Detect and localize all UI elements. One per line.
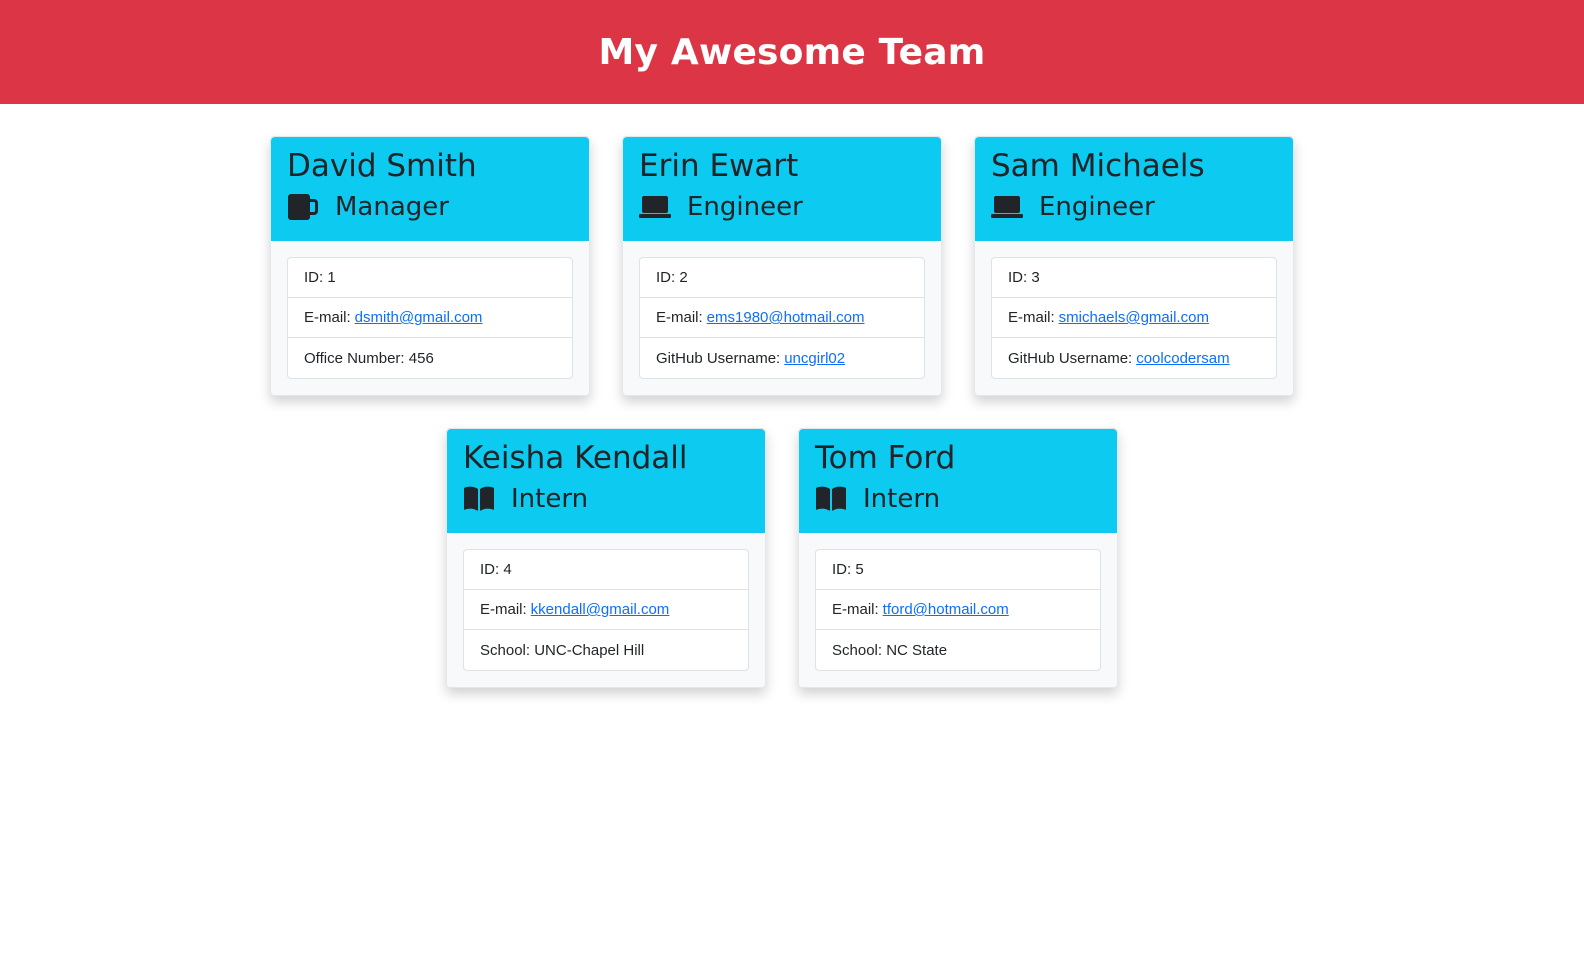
card-body: ID: 5 E-mail: tford@hotmail.com School: … xyxy=(799,533,1117,671)
employee-name: Keisha Kendall xyxy=(463,440,688,476)
employee-name: Tom Ford xyxy=(815,440,956,476)
role-label: Intern xyxy=(863,484,941,514)
card-body: ID: 3 E-mail: smichaels@gmail.com GitHub… xyxy=(975,241,1293,379)
details-list: ID: 4 E-mail: kkendall@gmail.com School:… xyxy=(463,549,749,671)
email-label: E-mail: xyxy=(480,601,527,618)
employee-name: Erin Ewart xyxy=(639,148,799,184)
id-item: ID: 5 xyxy=(816,550,1100,590)
card-header: Sam Michaels Engineer xyxy=(975,137,1293,241)
card-header: Erin Ewart Engineer xyxy=(623,137,941,241)
mug-icon xyxy=(287,193,321,221)
employee-role: Manager xyxy=(287,187,573,227)
employee-card-engineer: Erin Ewart Engineer ID: 2 E-mail: ems198… xyxy=(622,136,942,396)
email-item: E-mail: kkendall@gmail.com xyxy=(464,590,748,630)
employee-name: David Smith xyxy=(287,148,477,184)
employee-role: Engineer xyxy=(639,187,925,227)
email-label: E-mail: xyxy=(304,309,351,326)
card-header: David Smith Manager xyxy=(271,137,589,241)
page-title: My Awesome Team xyxy=(598,31,986,73)
school-text: School: UNC-Chapel Hill xyxy=(480,641,645,659)
role-label: Manager xyxy=(335,192,449,222)
github-item: GitHub Username: coolcodersam xyxy=(992,338,1276,378)
role-label: Intern xyxy=(511,484,589,514)
card-header: Keisha Kendall Intern xyxy=(447,429,765,533)
email-item: E-mail: tford@hotmail.com xyxy=(816,590,1100,630)
card-body: ID: 4 E-mail: kkendall@gmail.com School:… xyxy=(447,533,765,671)
email-link[interactable]: tford@hotmail.com xyxy=(883,601,1009,618)
page-header: My Awesome Team xyxy=(0,0,1584,104)
book-icon xyxy=(463,485,497,513)
email-item: E-mail: dsmith@gmail.com xyxy=(288,298,572,338)
email-link[interactable]: ems1980@hotmail.com xyxy=(707,309,865,326)
email-item: E-mail: ems1980@hotmail.com xyxy=(640,298,924,338)
card-header: Tom Ford Intern xyxy=(799,429,1117,533)
github-label: GitHub Username: xyxy=(1008,349,1133,367)
role-label: Engineer xyxy=(1039,192,1155,222)
email-label: E-mail: xyxy=(656,309,703,326)
employee-role: Intern xyxy=(463,479,749,519)
school-item: School: NC State xyxy=(816,630,1100,670)
card-body: ID: 1 E-mail: dsmith@gmail.com Office Nu… xyxy=(271,241,589,379)
office-number-item: Office Number: 456 xyxy=(288,338,572,378)
email-item: E-mail: smichaels@gmail.com xyxy=(992,298,1276,338)
employee-card-engineer: Sam Michaels Engineer ID: 3 E-mail: smic… xyxy=(974,136,1294,396)
school-item: School: UNC-Chapel Hill xyxy=(464,630,748,670)
employee-card-intern: Tom Ford Intern ID: 5 E-mail: tford@hotm… xyxy=(798,428,1118,688)
email-link[interactable]: smichaels@gmail.com xyxy=(1059,309,1209,326)
laptop-icon xyxy=(639,193,673,221)
details-list: ID: 1 E-mail: dsmith@gmail.com Office Nu… xyxy=(287,257,573,379)
employee-role: Intern xyxy=(815,479,1101,519)
book-icon xyxy=(815,485,849,513)
github-item: GitHub Username: uncgirl02 xyxy=(640,338,924,378)
github-link[interactable]: uncgirl02 xyxy=(784,350,845,367)
email-link[interactable]: dsmith@gmail.com xyxy=(355,309,483,326)
id-item: ID: 4 xyxy=(464,550,748,590)
id-item: ID: 3 xyxy=(992,258,1276,298)
employee-card-intern: Keisha Kendall Intern ID: 4 E-mail: kken… xyxy=(446,428,766,688)
employee-name: Sam Michaels xyxy=(991,148,1205,184)
github-label: GitHub Username: xyxy=(656,349,781,367)
employee-card-manager: David Smith Manager ID: 1 E-mail: dsmith… xyxy=(270,136,590,396)
role-label: Engineer xyxy=(687,192,803,222)
details-list: ID: 5 E-mail: tford@hotmail.com School: … xyxy=(815,549,1101,671)
id-item: ID: 2 xyxy=(640,258,924,298)
office-number-text: Office Number: 456 xyxy=(304,349,434,367)
details-list: ID: 3 E-mail: smichaels@gmail.com GitHub… xyxy=(991,257,1277,379)
id-item: ID: 1 xyxy=(288,258,572,298)
email-label: E-mail: xyxy=(1008,309,1055,326)
email-link[interactable]: kkendall@gmail.com xyxy=(531,601,670,618)
school-text: School: NC State xyxy=(832,641,948,659)
card-body: ID: 2 E-mail: ems1980@hotmail.com GitHub… xyxy=(623,241,941,379)
email-label: E-mail: xyxy=(832,601,879,618)
laptop-icon xyxy=(991,193,1025,221)
employee-role: Engineer xyxy=(991,187,1277,227)
details-list: ID: 2 E-mail: ems1980@hotmail.com GitHub… xyxy=(639,257,925,379)
github-link[interactable]: coolcodersam xyxy=(1136,350,1229,367)
